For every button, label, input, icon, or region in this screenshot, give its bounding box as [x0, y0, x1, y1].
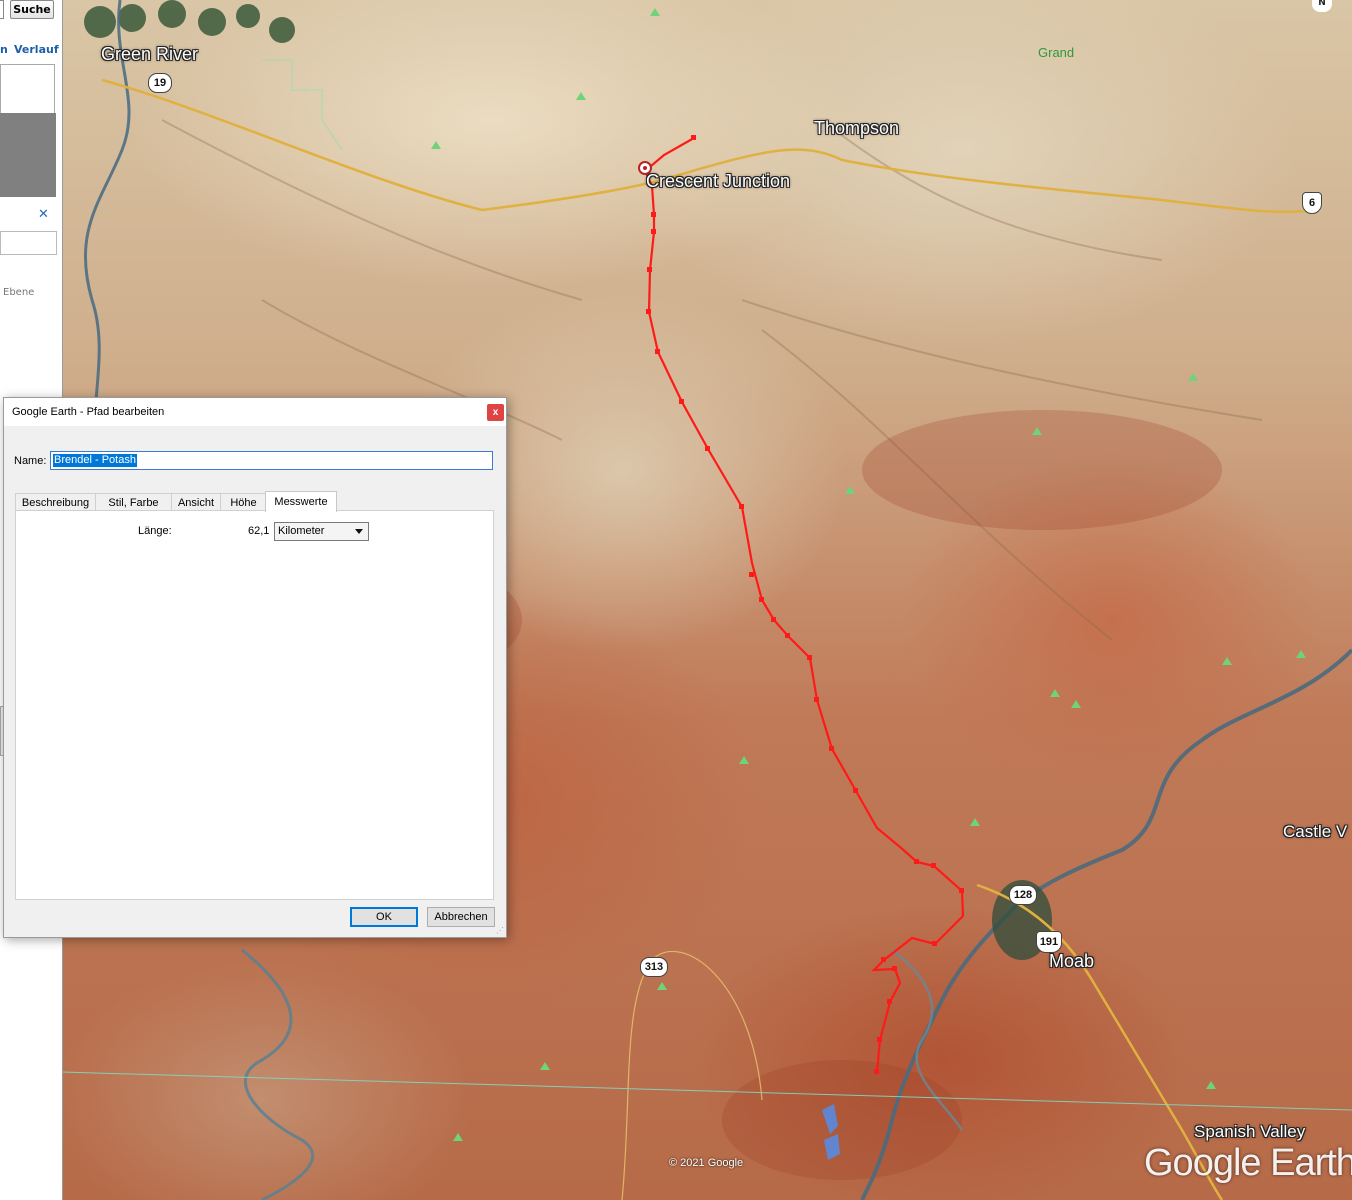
tab-altitude[interactable]: Höhe	[220, 493, 267, 511]
park-marker-icon[interactable]	[1050, 689, 1060, 697]
park-marker-icon[interactable]	[431, 141, 441, 149]
search-button[interactable]: Suche	[10, 0, 54, 19]
park-marker-icon[interactable]	[1188, 373, 1198, 381]
unit-select-value: Kilometer	[278, 525, 325, 537]
park-marker-icon[interactable]	[845, 486, 855, 494]
tab-history[interactable]: Verlauf	[14, 43, 59, 56]
close-icon[interactable]: ✕	[38, 207, 49, 222]
dialog-close-button[interactable]: x	[487, 404, 504, 421]
sidebar-input[interactable]	[0, 231, 57, 255]
cancel-button[interactable]: Abbrechen	[427, 907, 495, 927]
name-input[interactable]: Brendel - Potash	[50, 451, 493, 470]
park-marker-icon[interactable]	[1071, 700, 1081, 708]
tab-view[interactable]: Ansicht	[171, 493, 221, 511]
unit-select[interactable]: Kilometer	[274, 522, 369, 541]
park-marker-icon[interactable]	[657, 982, 667, 990]
layer-label: Ebene	[3, 287, 35, 298]
road-shield-19: 19	[148, 73, 172, 93]
place-grand[interactable]: Grand	[1038, 45, 1074, 60]
park-marker-icon[interactable]	[1222, 657, 1232, 665]
park-marker-icon[interactable]	[453, 1133, 463, 1141]
ok-button[interactable]: OK	[350, 907, 418, 927]
dialog-titlebar[interactable]: Google Earth - Pfad bearbeiten x	[4, 398, 506, 426]
road-shield-313: 313	[640, 957, 668, 977]
road-shield-191: 191	[1036, 931, 1062, 953]
road-shield-6: 6	[1302, 192, 1322, 214]
park-marker-icon[interactable]	[970, 818, 980, 826]
search-results-panel	[0, 64, 55, 114]
tab-search[interactable]: n	[0, 43, 8, 56]
google-earth-logo: Google Earth	[1144, 1142, 1352, 1184]
resize-grip-icon[interactable]: ⋰	[496, 926, 504, 935]
dialog-title: Google Earth - Pfad bearbeiten	[12, 406, 165, 418]
sidebar-gray-panel	[0, 113, 56, 197]
place-spanish-valley[interactable]: Spanish Valley	[1194, 1122, 1305, 1142]
chevron-down-icon	[355, 529, 363, 534]
copyright-text: © 2021 Google	[669, 1157, 744, 1169]
place-green-river[interactable]: Green River	[101, 44, 198, 65]
park-marker-icon[interactable]	[1206, 1081, 1216, 1089]
park-marker-icon[interactable]	[1296, 650, 1306, 658]
tab-description[interactable]: Beschreibung	[15, 493, 96, 511]
place-thompson[interactable]: Thompson	[814, 118, 899, 139]
park-marker-icon[interactable]	[1032, 427, 1042, 435]
search-input[interactable]	[0, 0, 4, 19]
tab-measurements[interactable]: Messwerte	[265, 491, 337, 512]
park-marker-icon[interactable]	[650, 8, 660, 16]
park-marker-icon[interactable]	[576, 92, 586, 100]
name-input-value: Brendel - Potash	[53, 454, 137, 467]
park-marker-icon[interactable]	[540, 1062, 550, 1070]
place-castle-valley[interactable]: Castle V	[1283, 822, 1347, 842]
length-label: Länge:	[138, 525, 172, 537]
road-shield-128: 128	[1009, 885, 1037, 905]
edit-path-dialog: Google Earth - Pfad bearbeiten x Name: B…	[3, 397, 507, 938]
place-crescent-junction[interactable]: Crescent Junction	[646, 171, 790, 192]
measurements-panel: Länge: 62,1 Kilometer	[15, 510, 494, 900]
name-label: Name:	[14, 455, 47, 467]
park-marker-icon[interactable]	[739, 756, 749, 764]
measured-path[interactable]	[643, 137, 965, 1073]
length-value: 62,1	[248, 525, 270, 537]
place-moab[interactable]: Moab	[1049, 951, 1094, 972]
north-indicator-icon[interactable]: N	[1312, 0, 1332, 12]
tab-style-color[interactable]: Stil, Farbe	[95, 493, 172, 511]
